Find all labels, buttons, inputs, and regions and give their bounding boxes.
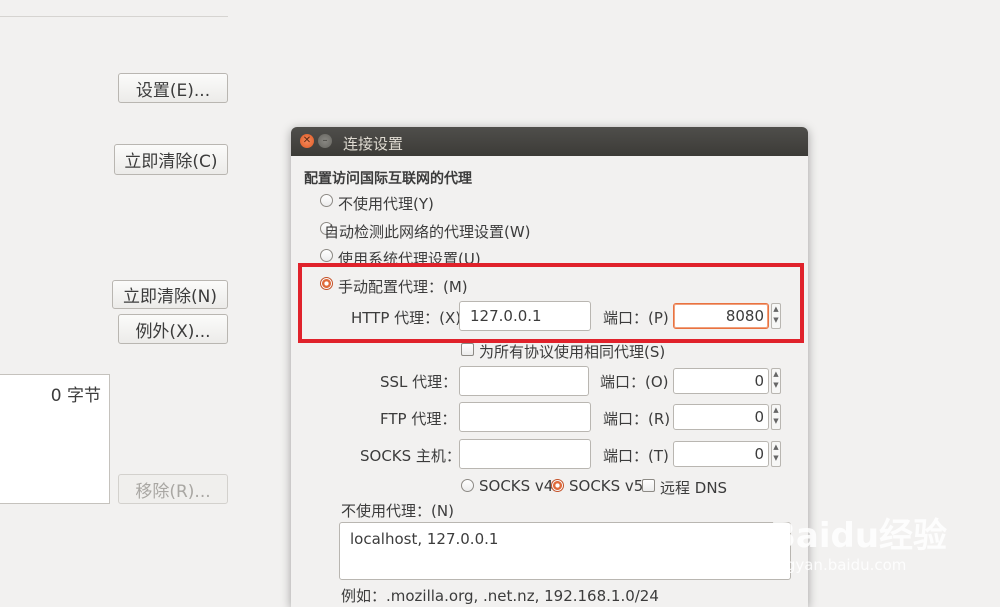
label-remote-dns[interactable]: 远程 DNS xyxy=(660,477,727,498)
http-port-label: 端口：(P) xyxy=(603,309,669,327)
proxy-section-title: 配置访问国际互联网的代理 xyxy=(304,171,472,187)
label-socks-v5[interactable]: SOCKS v5 xyxy=(569,477,643,495)
radio-manual-proxy[interactable] xyxy=(320,277,333,290)
remove-button[interactable]: 移除(R)... xyxy=(118,474,228,504)
exceptions-button[interactable]: 例外(X)... xyxy=(118,314,228,344)
radio-no-proxy[interactable] xyxy=(320,194,333,207)
dialog-titlebar: ✕ – 连接设置 xyxy=(291,127,808,156)
label-socks-v4[interactable]: SOCKS v4 xyxy=(479,477,553,495)
settings-button[interactable]: 设置(E)... xyxy=(118,73,228,103)
no-proxy-for-textarea[interactable]: localhost, 127.0.0.1 xyxy=(339,522,791,580)
same-proxy-checkbox[interactable] xyxy=(461,343,474,356)
ftp-port-input[interactable]: 0 xyxy=(673,404,769,430)
dialog-title: 连接设置 xyxy=(343,135,404,153)
minimize-icon[interactable]: – xyxy=(318,134,332,148)
no-proxy-example: 例如：.mozilla.org, .net.nz, 192.168.1.0/24 xyxy=(341,587,659,605)
cache-list: 0 字节 xyxy=(0,374,110,504)
divider-line xyxy=(0,16,228,17)
radio-socks-v4[interactable] xyxy=(461,479,474,492)
socks-port-label: 端口：(T) xyxy=(603,447,669,465)
http-port-input[interactable]: 8080 xyxy=(673,303,769,329)
socks-port-stepper[interactable]: ▲ ▼ xyxy=(771,441,781,467)
ssl-proxy-input[interactable] xyxy=(459,366,589,396)
label-manual-proxy[interactable]: 手动配置代理：(M) xyxy=(338,276,468,297)
connection-settings-dialog: ✕ – 连接设置 配置访问国际互联网的代理 不使用代理(Y) 自动检测此网络的代… xyxy=(291,127,808,607)
ssl-port-label: 端口：(O) xyxy=(600,373,669,391)
socks-port-input[interactable]: 0 xyxy=(673,441,769,467)
label-no-proxy[interactable]: 不使用代理(Y) xyxy=(338,193,434,214)
ssl-port-stepper[interactable]: ▲ ▼ xyxy=(771,368,781,394)
close-icon[interactable]: ✕ xyxy=(300,134,314,148)
ftp-port-stepper[interactable]: ▲ ▼ xyxy=(771,404,781,430)
socks-host-input[interactable] xyxy=(459,439,591,469)
watermark-url: jingyan.baidu.com xyxy=(768,556,907,574)
ssl-proxy-label: SSL 代理： xyxy=(380,373,458,391)
http-proxy-label: HTTP 代理：(X) xyxy=(351,309,462,327)
ftp-port-label: 端口：(R) xyxy=(603,410,671,428)
ftp-proxy-input[interactable] xyxy=(459,402,591,432)
ssl-port-input[interactable]: 0 xyxy=(673,368,769,394)
no-proxy-for-label: 不使用代理：(N) xyxy=(341,502,454,520)
http-proxy-input[interactable]: 127.0.0.1 xyxy=(459,301,591,331)
radio-system-proxy[interactable] xyxy=(320,249,333,262)
ftp-proxy-label: FTP 代理： xyxy=(380,410,457,428)
socks-host-label: SOCKS 主机： xyxy=(360,447,461,465)
clear-now-button[interactable]: 立即清除(C) xyxy=(114,144,228,175)
watermark-brand: Baidu经验 xyxy=(770,516,948,556)
cache-size-value: 0 字节 xyxy=(50,386,101,406)
label-auto-detect[interactable]: 自动检测此网络的代理设置(W) xyxy=(324,221,531,242)
http-port-stepper[interactable]: ▲ ▼ xyxy=(771,303,781,329)
clear-now-button-offline[interactable]: 立即清除(N) xyxy=(112,280,228,309)
radio-socks-v5[interactable] xyxy=(551,479,564,492)
label-system-proxy[interactable]: 使用系统代理设置(U) xyxy=(338,248,481,269)
same-proxy-label[interactable]: 为所有协议使用相同代理(S) xyxy=(479,341,665,362)
remote-dns-checkbox[interactable] xyxy=(642,479,655,492)
